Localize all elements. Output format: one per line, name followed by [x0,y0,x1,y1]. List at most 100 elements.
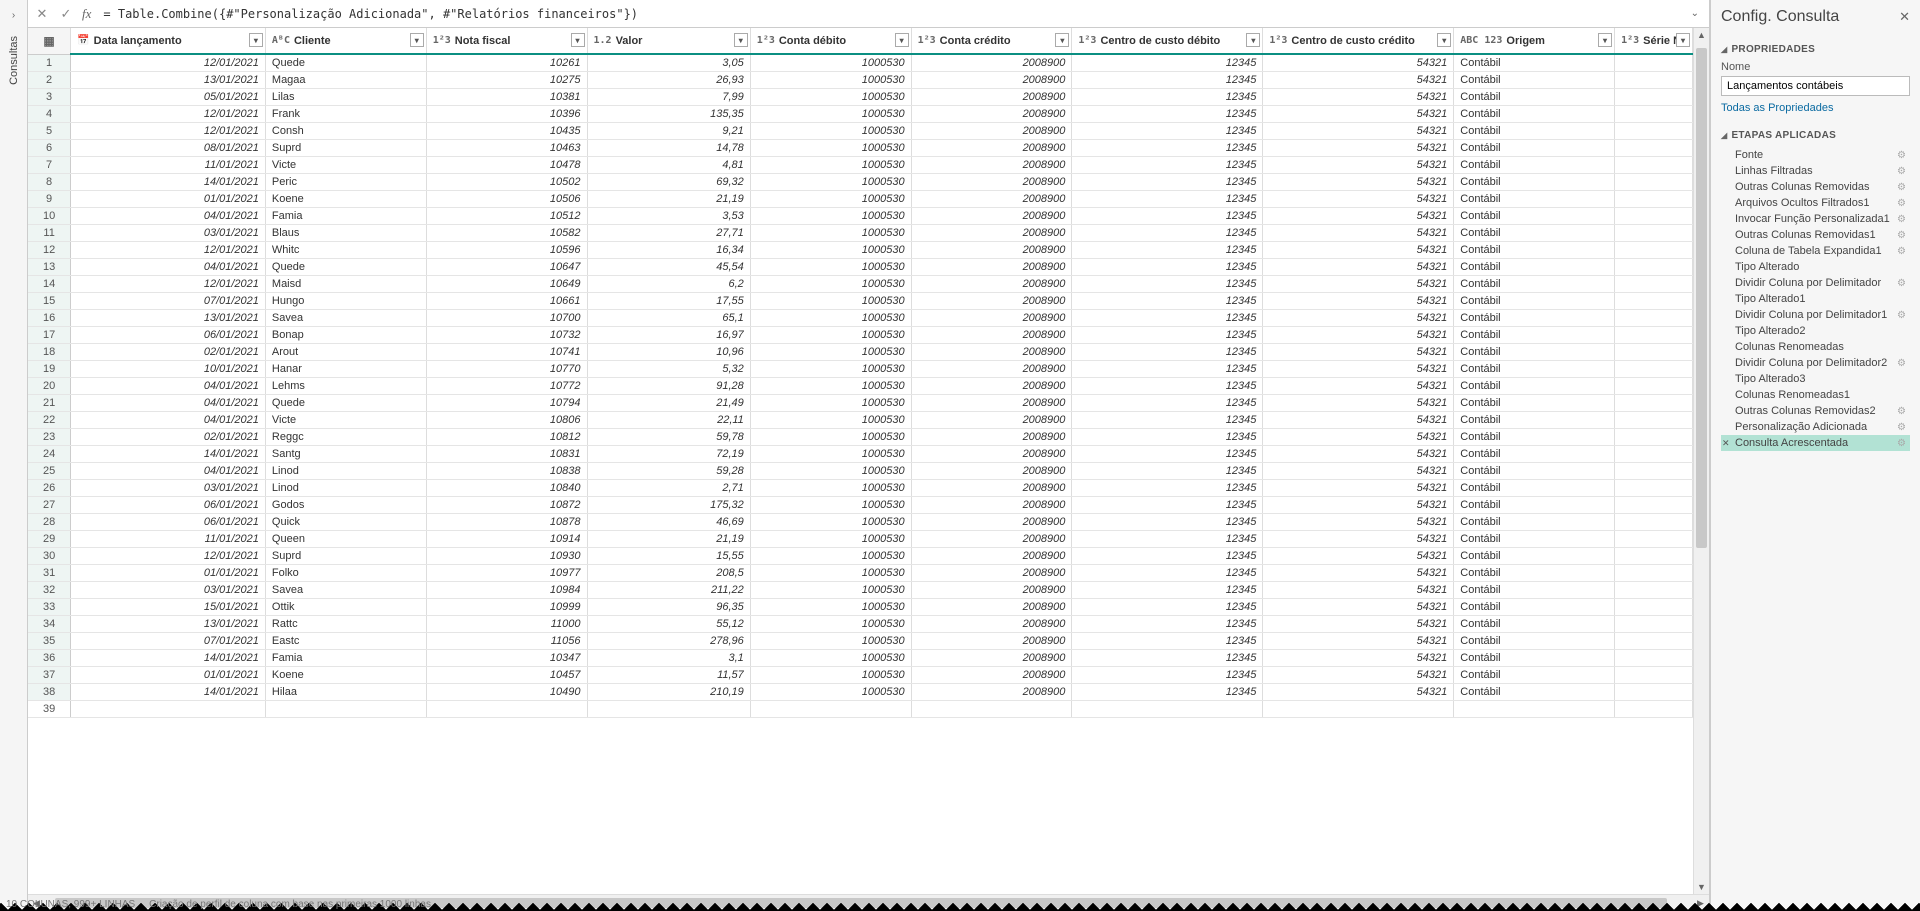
cell[interactable]: Contábil [1454,683,1615,700]
cell[interactable]: Koene [265,666,426,683]
table-row[interactable]: 2104/01/2021Quede1079421,491000530200890… [28,394,1693,411]
cell[interactable]: 54321 [1263,530,1454,547]
cell[interactable]: 2008900 [911,258,1072,275]
cell[interactable] [587,700,750,717]
gear-icon[interactable]: ⚙ [1897,246,1906,257]
cell[interactable]: 59,78 [587,428,750,445]
applied-step[interactable]: Arquivos Ocultos Filtrados1⚙ [1721,195,1910,211]
cell[interactable]: 10812 [426,428,587,445]
cell[interactable]: 17,55 [587,292,750,309]
cell[interactable]: 12345 [1072,88,1263,105]
cell[interactable]: 04/01/2021 [71,258,266,275]
cell[interactable] [1615,105,1693,122]
cell[interactable]: 1000530 [750,530,911,547]
cell[interactable]: 211,22 [587,581,750,598]
cell[interactable]: 1000530 [750,139,911,156]
cell[interactable]: Bonap [265,326,426,343]
applied-step[interactable]: Outras Colunas Removidas2⚙ [1721,403,1910,419]
cell[interactable]: Famia [265,649,426,666]
cell[interactable]: 10596 [426,241,587,258]
cell[interactable] [1615,173,1693,190]
cell[interactable]: 12345 [1072,122,1263,139]
row-number[interactable]: 28 [28,513,71,530]
cell[interactable]: 10741 [426,343,587,360]
cell[interactable]: 54321 [1263,666,1454,683]
cell[interactable] [71,700,266,717]
cell[interactable]: Contábil [1454,139,1615,156]
cell[interactable]: 54321 [1263,190,1454,207]
cell[interactable]: Contábil [1454,190,1615,207]
row-number[interactable]: 29 [28,530,71,547]
gear-icon[interactable]: ⚙ [1897,358,1906,369]
row-number[interactable]: 32 [28,581,71,598]
row-number[interactable]: 34 [28,615,71,632]
cell[interactable]: Frank [265,105,426,122]
cell[interactable]: Eastc [265,632,426,649]
row-number[interactable]: 25 [28,462,71,479]
cell[interactable] [1615,547,1693,564]
cell[interactable]: 2008900 [911,326,1072,343]
table-row[interactable]: 3315/01/2021Ottik1099996,351000530200890… [28,598,1693,615]
cell[interactable]: 54321 [1263,377,1454,394]
column-header[interactable]: 1²3Série NF▾ [1615,28,1693,54]
cell[interactable]: Hanar [265,360,426,377]
row-number[interactable]: 21 [28,394,71,411]
cell[interactable]: 1000530 [750,649,911,666]
table-row[interactable]: 2302/01/2021Reggc1081259,781000530200890… [28,428,1693,445]
cell[interactable] [1615,394,1693,411]
cell[interactable]: 1000530 [750,411,911,428]
vertical-scrollbar[interactable]: ▲ ▼ [1693,28,1709,894]
cell[interactable]: 12345 [1072,564,1263,581]
row-number[interactable]: 15 [28,292,71,309]
cell[interactable] [1615,241,1693,258]
row-number[interactable]: 11 [28,224,71,241]
row-number[interactable]: 30 [28,547,71,564]
cell[interactable]: 12/01/2021 [71,105,266,122]
cell[interactable]: 54321 [1263,292,1454,309]
cell[interactable]: 54321 [1263,275,1454,292]
cell[interactable]: Contábil [1454,479,1615,496]
cell[interactable]: Contábil [1454,275,1615,292]
cell[interactable]: Victe [265,156,426,173]
cell[interactable]: 10984 [426,581,587,598]
cell[interactable]: 11056 [426,632,587,649]
applied-step[interactable]: Tipo Alterado⚙ [1721,259,1910,275]
cell[interactable]: 02/01/2021 [71,428,266,445]
cell[interactable] [1615,564,1693,581]
cell[interactable]: Victe [265,411,426,428]
cell[interactable]: 21,19 [587,190,750,207]
table-row[interactable]: 3203/01/2021Savea10984211,22100053020089… [28,581,1693,598]
cell[interactable]: 54321 [1263,326,1454,343]
table-row[interactable]: 2603/01/2021Linod108402,7110005302008900… [28,479,1693,496]
cell[interactable]: 12345 [1072,649,1263,666]
cell[interactable] [265,700,426,717]
cell[interactable]: 10275 [426,71,587,88]
cell[interactable]: Contábil [1454,241,1615,258]
cell[interactable]: 1000530 [750,122,911,139]
column-header[interactable]: 1²3Conta débito▾ [750,28,911,54]
scroll-right-icon[interactable]: ▶ [1692,898,1709,909]
cell[interactable]: Savea [265,581,426,598]
cell[interactable] [1615,139,1693,156]
cell[interactable]: 12345 [1072,190,1263,207]
cell[interactable]: 2008900 [911,54,1072,71]
cell[interactable]: 12345 [1072,632,1263,649]
table-row[interactable]: 3701/01/2021Koene1045711,571000530200890… [28,666,1693,683]
cell[interactable]: 2008900 [911,530,1072,547]
column-header[interactable]: 1²3Centro de custo crédito▾ [1263,28,1454,54]
cell[interactable]: 12345 [1072,666,1263,683]
cell[interactable]: 13/01/2021 [71,309,266,326]
filter-dropdown-icon[interactable]: ▾ [1676,33,1690,47]
cell[interactable]: 07/01/2021 [71,632,266,649]
cell[interactable]: 2008900 [911,139,1072,156]
cell[interactable]: 1000530 [750,666,911,683]
cell[interactable]: 6,2 [587,275,750,292]
row-number[interactable]: 1 [28,54,71,71]
cell[interactable]: 14/01/2021 [71,445,266,462]
cell[interactable]: 10838 [426,462,587,479]
cell[interactable] [1615,326,1693,343]
cell[interactable]: Contábil [1454,394,1615,411]
cell[interactable]: 91,28 [587,377,750,394]
cell[interactable]: 54321 [1263,683,1454,700]
cell[interactable]: 21,19 [587,530,750,547]
